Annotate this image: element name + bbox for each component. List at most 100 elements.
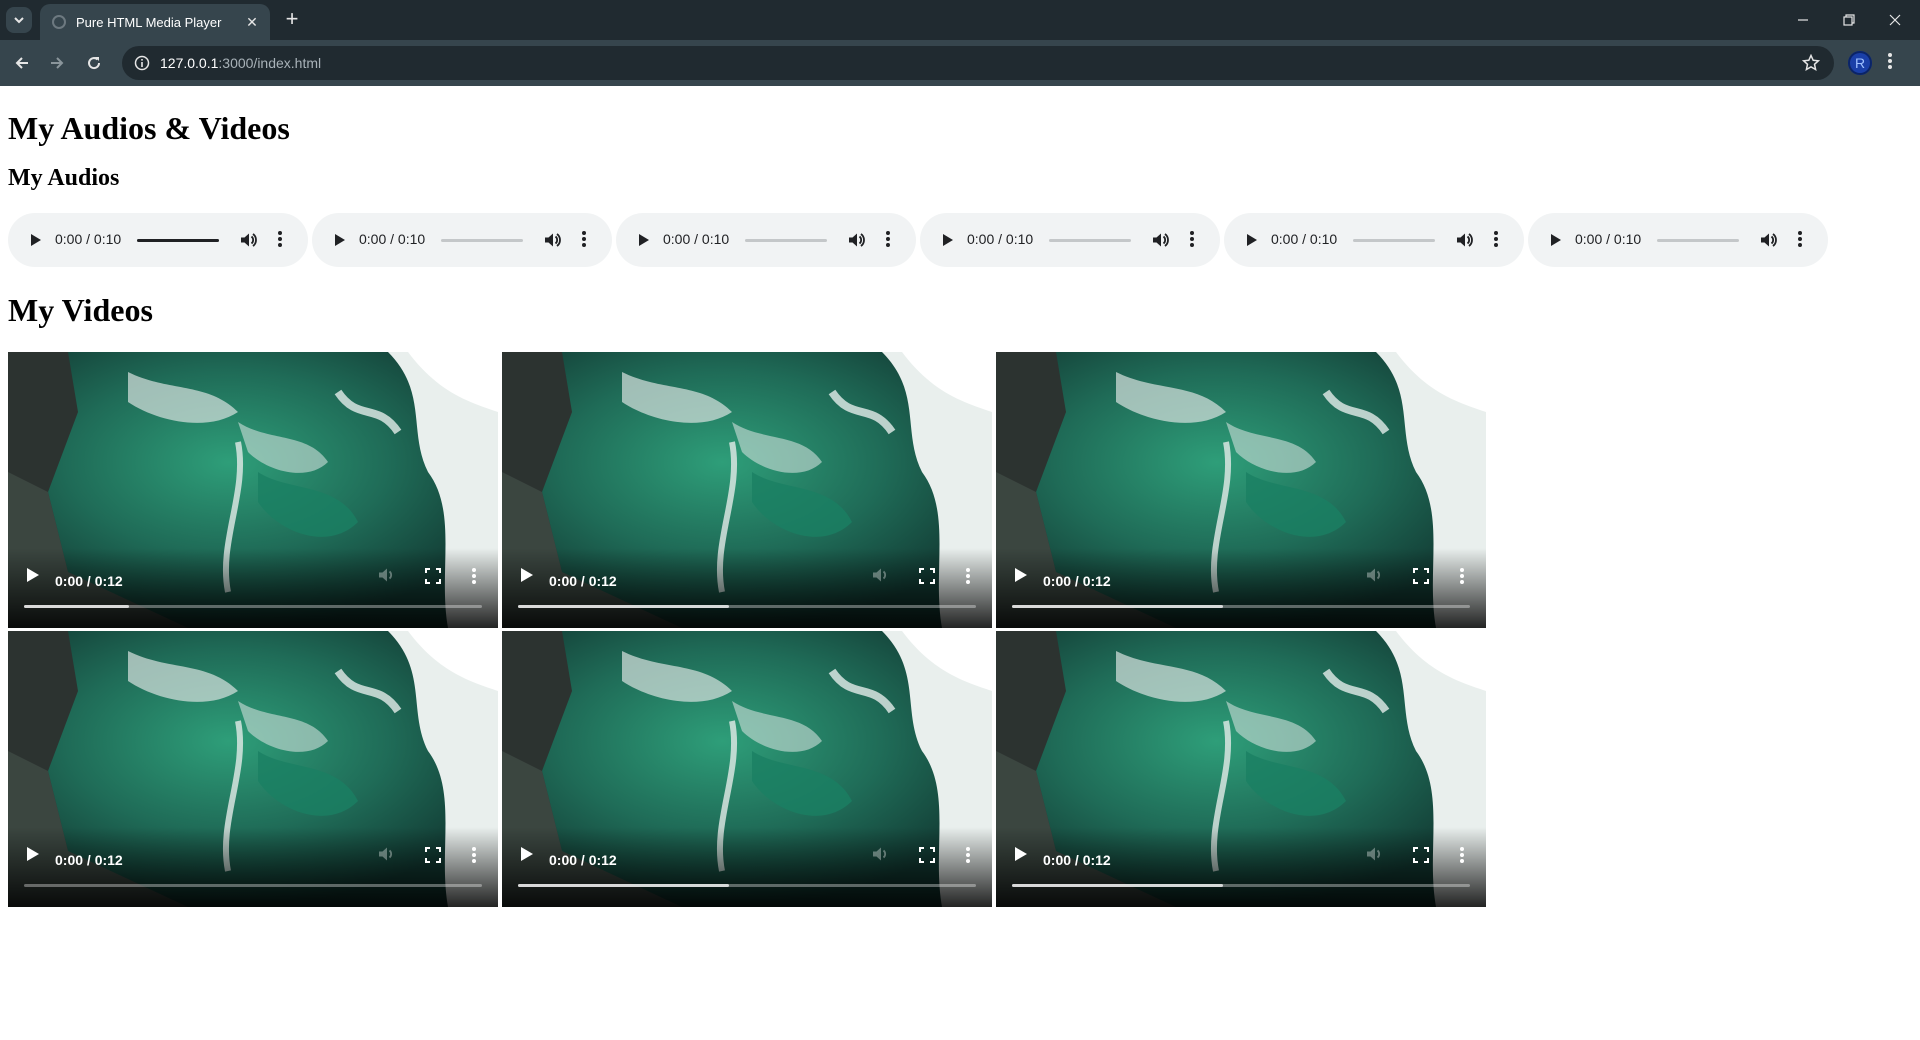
audio-player[interactable]: 0:00 / 0:10 [8, 213, 308, 267]
play-icon[interactable] [22, 565, 42, 590]
site-info-icon[interactable] [134, 55, 150, 71]
address-bar[interactable]: 127.0.0.1:3000/index.html [122, 46, 1834, 80]
play-icon[interactable] [938, 231, 956, 252]
volume-icon[interactable] [238, 230, 258, 253]
volume-icon[interactable] [1454, 230, 1474, 253]
video-time: 0:00 / 0:12 [1043, 852, 1111, 868]
close-tab-icon[interactable]: ✕ [242, 12, 262, 32]
play-icon[interactable] [634, 231, 652, 252]
arrow-right-icon [51, 57, 64, 69]
fullscreen-icon[interactable] [424, 567, 442, 590]
fullscreen-icon[interactable] [918, 567, 936, 590]
play-icon[interactable] [330, 231, 348, 252]
video-progress-slider[interactable] [1012, 605, 1470, 608]
restore-button[interactable] [1826, 0, 1872, 40]
more-vertical-icon[interactable] [472, 846, 476, 869]
volume-icon[interactable] [376, 565, 396, 590]
page-title: My Audios & Videos [8, 110, 290, 146]
audio-progress-slider[interactable] [1353, 239, 1435, 242]
play-icon[interactable] [1010, 844, 1030, 869]
audio-progress-slider[interactable] [441, 239, 523, 242]
close-icon [1889, 14, 1901, 26]
play-icon[interactable] [516, 565, 536, 590]
video-time: 0:00 / 0:12 [549, 573, 617, 589]
volume-icon[interactable] [1364, 565, 1384, 590]
audio-time: 0:00 / 0:10 [55, 231, 122, 247]
url-host: 127.0.0.1 [160, 55, 219, 71]
more-vertical-icon[interactable] [966, 567, 970, 590]
new-tab-button[interactable]: + [280, 8, 304, 32]
back-button[interactable] [8, 49, 36, 77]
more-vertical-icon[interactable] [966, 846, 970, 869]
volume-icon[interactable] [376, 844, 396, 869]
chevron-down-icon [14, 17, 24, 24]
audio-time: 0:00 / 0:10 [1271, 231, 1338, 247]
forward-button[interactable] [43, 49, 71, 77]
video-time: 0:00 / 0:12 [55, 573, 123, 589]
more-vertical-icon[interactable] [1798, 230, 1802, 251]
audio-progress-slider[interactable] [1657, 239, 1739, 242]
video-player[interactable]: 0:00 / 0:12 [996, 631, 1486, 907]
volume-icon[interactable] [1364, 844, 1384, 869]
play-icon[interactable] [1010, 565, 1030, 590]
play-icon[interactable] [1242, 231, 1260, 252]
audio-progress-slider[interactable] [745, 239, 827, 242]
play-icon[interactable] [516, 844, 536, 869]
fullscreen-icon[interactable] [1412, 846, 1430, 869]
browser-tab[interactable]: Pure HTML Media Player ✕ [40, 4, 270, 40]
restore-icon [1843, 14, 1855, 26]
video-progress-slider[interactable] [24, 884, 482, 887]
volume-icon[interactable] [870, 844, 890, 869]
video-time: 0:00 / 0:12 [55, 852, 123, 868]
audio-player[interactable]: 0:00 / 0:10 [920, 213, 1220, 267]
bookmark-star-icon[interactable] [1801, 53, 1821, 75]
volume-icon[interactable] [1758, 230, 1778, 253]
audio-player[interactable]: 0:00 / 0:10 [1224, 213, 1524, 267]
fullscreen-icon[interactable] [1412, 567, 1430, 590]
reload-icon [88, 57, 101, 70]
browser-menu-icon[interactable] [1888, 52, 1892, 75]
more-vertical-icon[interactable] [886, 230, 890, 251]
video-player[interactable]: 0:00 / 0:12 [8, 631, 498, 907]
play-icon[interactable] [26, 231, 44, 252]
audio-player[interactable]: 0:00 / 0:10 [616, 213, 916, 267]
video-player[interactable]: 0:00 / 0:12 [502, 352, 992, 628]
audio-time: 0:00 / 0:10 [359, 231, 426, 247]
video-time: 0:00 / 0:12 [1043, 573, 1111, 589]
tab-search-button[interactable] [6, 7, 32, 33]
video-player[interactable]: 0:00 / 0:12 [502, 631, 992, 907]
more-vertical-icon[interactable] [582, 230, 586, 251]
globe-icon [52, 15, 66, 29]
video-player[interactable]: 0:00 / 0:12 [8, 352, 498, 628]
play-icon[interactable] [22, 844, 42, 869]
volume-icon[interactable] [542, 230, 562, 253]
audio-progress-slider[interactable] [1049, 239, 1131, 242]
audio-progress-slider[interactable] [137, 239, 219, 242]
more-vertical-icon[interactable] [1494, 230, 1498, 251]
more-vertical-icon[interactable] [1460, 846, 1464, 869]
audio-time: 0:00 / 0:10 [1575, 231, 1642, 247]
volume-icon[interactable] [1150, 230, 1170, 253]
video-progress-slider[interactable] [1012, 884, 1470, 887]
video-progress-slider[interactable] [24, 605, 482, 608]
videos-heading: My Videos [8, 292, 153, 328]
audio-time: 0:00 / 0:10 [663, 231, 730, 247]
fullscreen-icon[interactable] [918, 846, 936, 869]
volume-icon[interactable] [846, 230, 866, 253]
minimize-button[interactable] [1780, 0, 1826, 40]
audio-player[interactable]: 0:00 / 0:10 [1528, 213, 1828, 267]
more-vertical-icon[interactable] [472, 567, 476, 590]
video-progress-slider[interactable] [518, 884, 976, 887]
profile-avatar[interactable]: R [1848, 51, 1872, 75]
more-vertical-icon[interactable] [1190, 230, 1194, 251]
audio-player[interactable]: 0:00 / 0:10 [312, 213, 612, 267]
volume-icon[interactable] [870, 565, 890, 590]
close-window-button[interactable] [1872, 0, 1918, 40]
play-icon[interactable] [1546, 231, 1564, 252]
fullscreen-icon[interactable] [424, 846, 442, 869]
video-progress-slider[interactable] [518, 605, 976, 608]
more-vertical-icon[interactable] [1460, 567, 1464, 590]
reload-button[interactable] [80, 49, 108, 77]
video-player[interactable]: 0:00 / 0:12 [996, 352, 1486, 628]
more-vertical-icon[interactable] [278, 230, 282, 251]
